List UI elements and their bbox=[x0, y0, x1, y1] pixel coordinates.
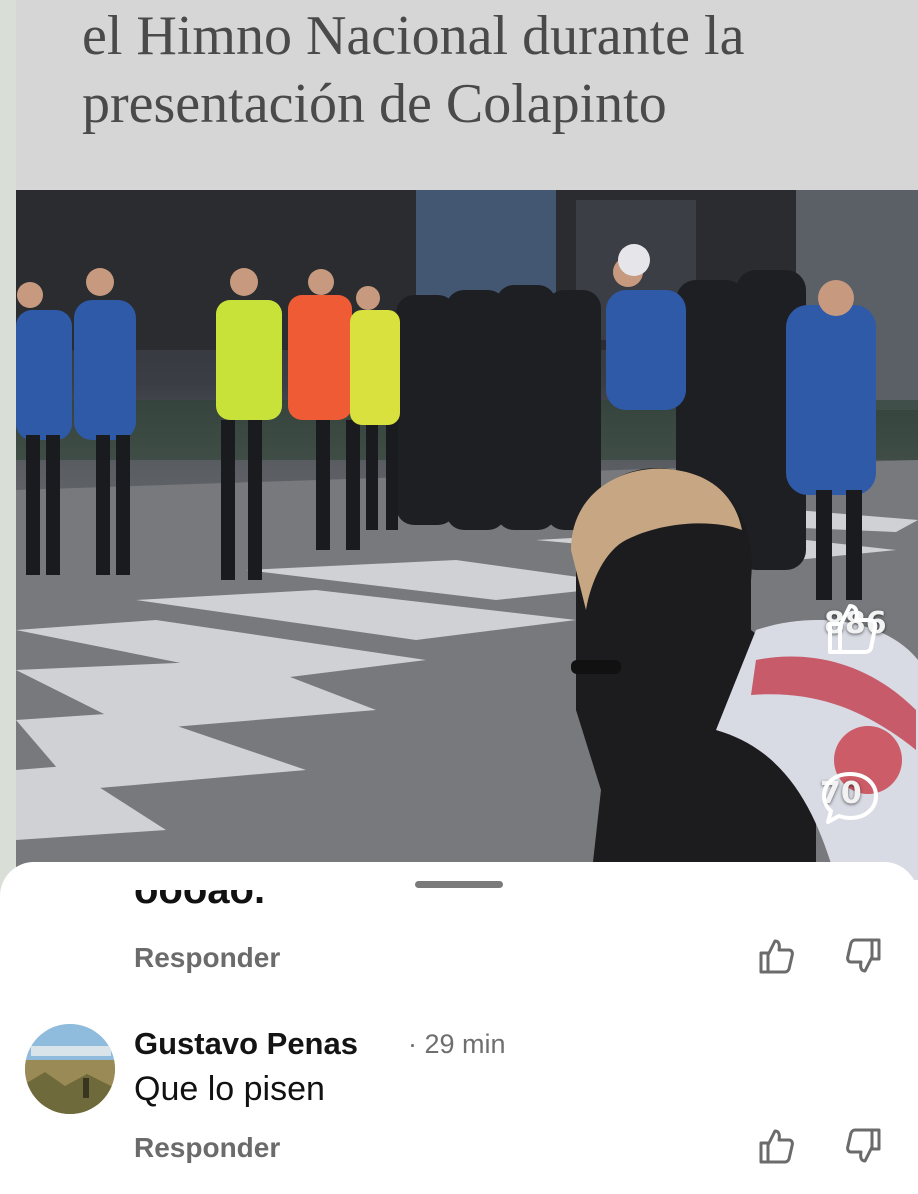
reply-button[interactable]: Responder bbox=[134, 942, 280, 974]
separator-dot: · bbox=[408, 1029, 417, 1059]
like-comment-button[interactable] bbox=[756, 936, 796, 976]
like-comment-button[interactable] bbox=[756, 1126, 796, 1166]
comment-author[interactable]: Gustavo Penas bbox=[134, 1026, 358, 1062]
time-label: 29 min bbox=[424, 1029, 506, 1059]
previous-comment-actions: Responder bbox=[0, 936, 918, 984]
avatar-image bbox=[25, 1024, 115, 1114]
thumbs-up-icon bbox=[759, 1129, 794, 1164]
headline-line-1: el Himno Nacional durante la bbox=[82, 5, 745, 67]
dislike-comment-button[interactable] bbox=[844, 1126, 884, 1166]
comment-action[interactable]: 70 bbox=[820, 770, 878, 824]
thumbs-down-icon bbox=[846, 1128, 881, 1163]
edge-strip bbox=[0, 0, 16, 900]
comment-actions: Responder bbox=[0, 1126, 918, 1174]
article-headline: el Himno Nacional durante la presentació… bbox=[16, 0, 918, 190]
previous-comment-text: oooao. bbox=[134, 890, 266, 912]
thumbs-down-icon bbox=[846, 938, 881, 973]
speech-bubble-icon bbox=[822, 772, 878, 824]
headline-line-2: presentación de Colapinto bbox=[82, 73, 667, 135]
comment-item: Gustavo Penas · 29 min Que lo pisen bbox=[0, 1014, 918, 1124]
sheet-grabber[interactable] bbox=[415, 881, 503, 888]
thumbs-up-icon bbox=[828, 604, 878, 654]
video-player[interactable]: 886 70 bbox=[16, 190, 918, 880]
screen: el Himno Nacional durante la presentació… bbox=[0, 0, 918, 1194]
comment-timestamp: · 29 min bbox=[408, 1029, 506, 1060]
dislike-comment-button[interactable] bbox=[844, 936, 884, 976]
comment-text: Que lo pisen bbox=[134, 1070, 325, 1108]
avatar[interactable] bbox=[25, 1024, 115, 1114]
thumbs-up-icon bbox=[759, 939, 794, 974]
reply-button[interactable]: Responder bbox=[134, 1132, 280, 1164]
like-action[interactable]: 886 bbox=[824, 600, 887, 654]
video-frame bbox=[16, 190, 918, 880]
comments-sheet: oooao. Responder Gustavo Penas · 29 min … bbox=[0, 862, 918, 1194]
